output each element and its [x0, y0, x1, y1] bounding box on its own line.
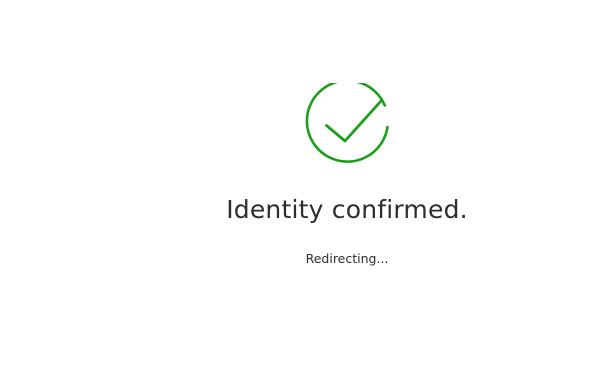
redirecting-text: Redirecting... — [305, 251, 389, 266]
page-title: Identity confirmed. — [226, 195, 468, 224]
check-circle-icon — [305, 83, 389, 163]
confirmation-panel: Identity confirmed. Redirecting... — [0, 0, 602, 381]
